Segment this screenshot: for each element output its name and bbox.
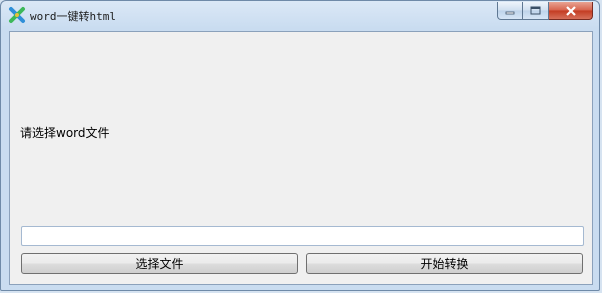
close-icon	[565, 5, 576, 16]
select-file-button[interactable]: 选择文件	[21, 253, 298, 274]
start-convert-button[interactable]: 开始转换	[306, 253, 583, 274]
minimize-button[interactable]	[497, 2, 523, 20]
prompt-label: 请选择word文件	[20, 126, 110, 140]
app-window: word一键转html 请选择word文件 选择文件 开始转换	[0, 0, 600, 291]
title-bar[interactable]: word一键转html	[1, 1, 599, 29]
maximize-icon	[530, 6, 541, 15]
window-title: word一键转html	[30, 10, 116, 23]
file-path-input[interactable]	[21, 226, 584, 246]
client-area: 请选择word文件 选择文件 开始转换	[9, 31, 593, 285]
minimize-icon	[505, 11, 515, 14]
caption-buttons	[497, 2, 593, 21]
close-button[interactable]	[549, 2, 593, 20]
maximize-button[interactable]	[523, 2, 549, 20]
app-logo-icon	[9, 7, 25, 23]
